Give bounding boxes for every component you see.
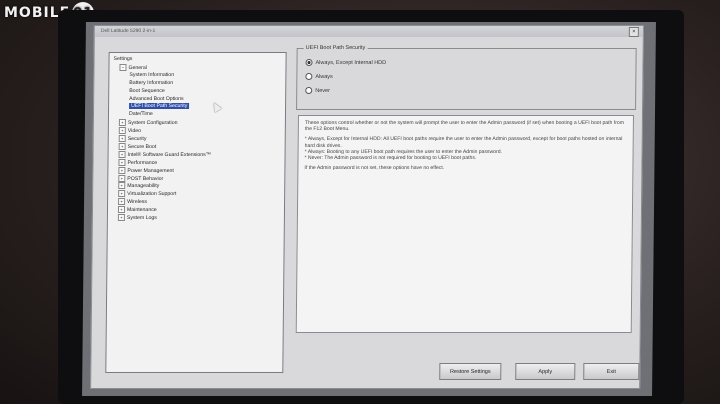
expand-icon[interactable]: + [118,174,126,182]
apply-button[interactable]: Apply [515,363,576,380]
expand-icon[interactable]: + [118,190,126,198]
bios-window: Dell Latitude 5290 2-in-1 × Settings − Gen… [90,25,644,389]
radio-dot-icon [305,59,313,66]
tree-item-label: Wireless [127,199,147,206]
expand-icon[interactable]: + [118,127,126,135]
tree-item[interactable]: − General [119,63,147,72]
tree-item[interactable]: + Secure Boot [118,142,157,151]
exit-button[interactable]: Exit [583,363,640,380]
tree-item[interactable]: Boot Sequence [129,88,165,95]
description-bullet: * Always, Except for Internal HDD: All U… [304,136,623,149]
description-note: If the Admin password is not set, these … [304,165,445,172]
tree-item[interactable]: Advanced Boot Options [129,96,184,103]
tree-item[interactable]: + Intel® Software Guard Extensions™ [118,150,212,159]
tree-item[interactable]: + Virtualization Support [118,190,176,198]
tree-item-label: Date/Time [128,111,153,118]
expand-icon[interactable]: + [118,166,126,174]
tree-item-label: Manageability [127,183,160,190]
expand-icon[interactable]: + [118,142,126,150]
tree-item-label: System Information [129,71,175,78]
tree-item-label: System Logs [126,214,157,221]
description-intro: These options control whether or not the… [304,120,625,133]
tree-item[interactable]: UEFI Boot Path Security [129,103,190,110]
tree-item[interactable]: + Manageability [118,182,159,190]
expand-icon[interactable]: + [118,135,126,142]
close-icon[interactable]: × [628,27,639,37]
expand-icon[interactable]: + [117,214,125,221]
tree-item-label: Performance [127,159,158,166]
window-title: Dell Latitude 5290 2-in-1 [100,28,156,34]
tree-item[interactable]: + Performance [118,158,158,167]
tree-item-label: Secure Boot [127,143,157,150]
tree-item[interactable]: + Power Management [118,166,174,175]
description-panel: These options control whether or not the… [295,115,634,333]
tree-item-label: POST Behavior [127,175,164,182]
bios-screen: Dell Latitude 5290 2-in-1 × Settings − Gen… [82,22,656,396]
radio-never[interactable]: Never [305,87,330,94]
expand-icon[interactable]: + [118,119,126,127]
tree-item-label: Advanced Boot Options [129,95,184,102]
expand-icon[interactable]: + [117,206,126,214]
tree-item[interactable]: + Wireless [118,198,147,206]
restore-settings-button[interactable]: Restore Settings [439,363,502,380]
tree-item[interactable]: + Maintenance [117,206,157,214]
tree-item-label: UEFI Boot Path Security [129,103,190,110]
tree-item[interactable]: + Video [118,127,142,135]
collapse-icon[interactable]: − [119,63,127,71]
radio-label: Always [315,73,333,80]
tree-item[interactable]: Settings [114,56,133,63]
radio-always[interactable]: Always [305,73,333,80]
tree-item[interactable]: Battery Information [129,80,173,87]
tree-item-label: System Configuration [127,120,178,127]
tree-item-label: Settings [113,56,133,62]
expand-icon[interactable]: + [118,198,126,206]
group-title: UEFI Boot Path Security [303,45,368,51]
tree-item[interactable]: + System Logs [117,214,157,222]
expand-icon[interactable]: + [118,150,126,158]
tree-item[interactable]: Date/Time [129,111,153,118]
radio-dot-icon [305,73,313,80]
radio-label: Always, Except Internal HDD [315,59,387,66]
radio-dot-icon [305,87,313,94]
tree-item[interactable]: + POST Behavior [118,174,164,183]
tree-item[interactable]: + System Configuration [118,119,178,127]
tree-item[interactable]: System Information [129,72,174,79]
tree-item-label: Intel® Software Guard Extensions™ [127,151,212,158]
tree-item-label: Security [127,135,147,142]
tree-item-label: Maintenance [126,206,157,213]
tree-item-label: Battery Information [129,79,174,86]
tree-item-label: Virtualization Support [127,191,177,198]
radio-always-except-hdd[interactable]: Always, Except Internal HDD [305,59,386,66]
expand-icon[interactable]: + [118,182,126,190]
tree-item[interactable]: + Security [118,135,147,143]
expand-icon[interactable]: + [118,158,126,166]
description-bullet: * Never: The Admin password is not requi… [304,155,477,162]
tree-item-label: Power Management [127,167,174,174]
tree-item-label: General [128,64,147,71]
radio-label: Never [315,87,330,94]
tree-item-label: Video [127,127,142,134]
window-titlebar: Dell Latitude 5290 2-in-1 × [94,26,643,37]
settings-tree: Settings − General System Information Batter… [105,52,287,373]
tree-item-label: Boot Sequence [129,87,165,94]
uefi-boot-path-group: UEFI Boot Path Security Always, Except I… [296,45,637,110]
